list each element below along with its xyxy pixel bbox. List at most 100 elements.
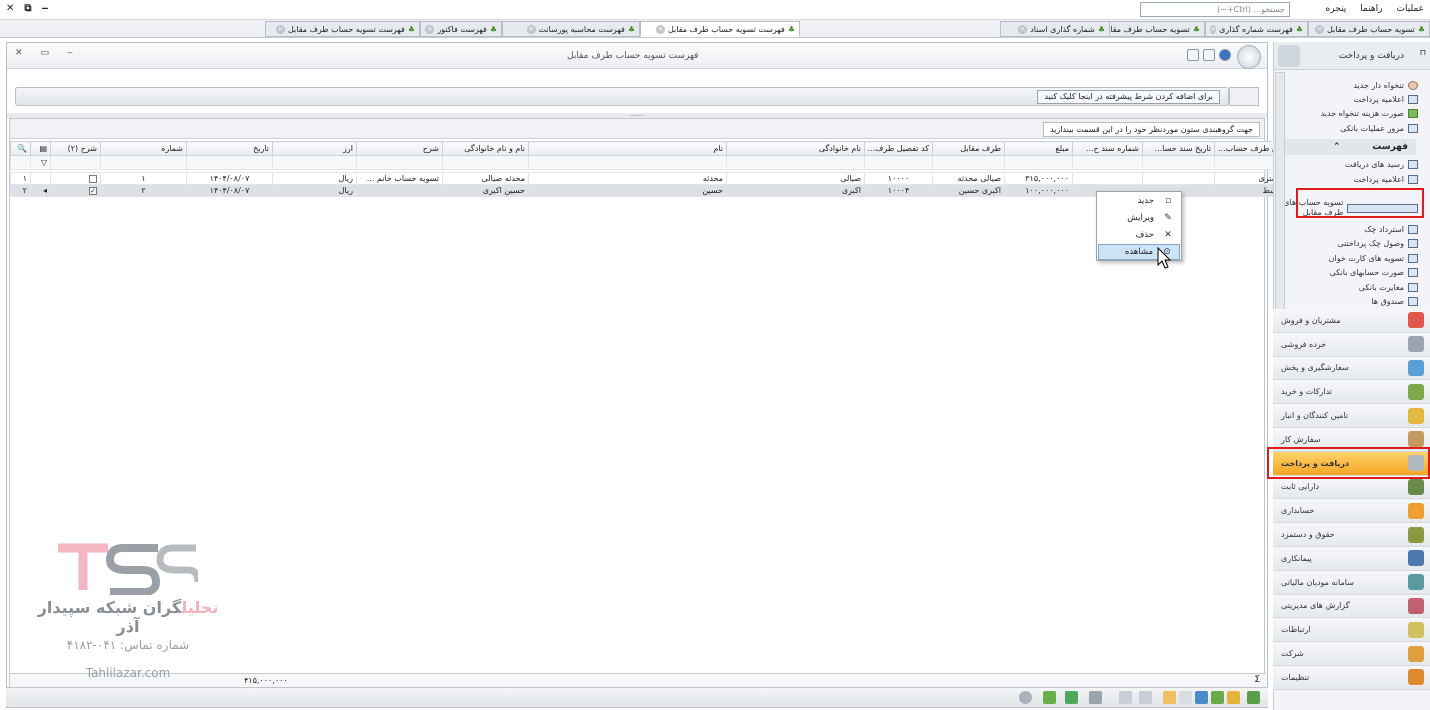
edit-document-icon[interactable] [1187,49,1199,61]
tab-settlement-2[interactable]: ♣ تسویه حساب طرف مقابل × [1308,21,1430,37]
col-doc-number[interactable]: شماره سند ح... [1072,141,1143,156]
minimize-icon[interactable]: ‒ [42,3,49,14]
add-filter-condition-button[interactable]: برای اضافه کردن شرط پیشرفته در اینجا کلی… [1037,90,1220,104]
module-item[interactable]: گزارش های مدیریتی [1273,594,1430,619]
tab-settlement-list-2[interactable]: ♣ فهرست تسویه حساب طرف مقابل × [265,21,420,37]
cell-checkbox[interactable]: ✓ [50,184,101,197]
print-icon[interactable] [1089,691,1102,704]
excel-icon[interactable] [1065,691,1078,704]
minimize-icon[interactable]: ‒ [67,48,73,58]
menu-help[interactable]: راهنما [1360,4,1382,14]
col-family[interactable]: نام خانوادگی [726,141,865,156]
module-item[interactable]: سفارشگیری و پخش [1273,356,1430,381]
column-chooser-icon[interactable]: ▤ [30,141,51,156]
row-index: ۲ [10,184,31,197]
close-tab-icon[interactable]: × [1018,24,1028,34]
filter-row[interactable]: ▽ [10,155,1287,170]
module-item[interactable]: شرکت [1273,642,1430,666]
row-checkbox[interactable]: ✓ [89,186,97,195]
sidebar-item-bank-statements[interactable]: صورت حسابهای بانکی [1273,266,1430,280]
close-tab-icon[interactable]: × [526,24,536,34]
col-name[interactable]: نام [528,141,727,156]
sidebar-item-new-expense-statement[interactable]: صورت هزینه تنخواه جدید [1273,107,1430,121]
tab-commission-list[interactable]: ♣ فهرست محاسبه پورسانت × [502,21,640,37]
sidebar-item-pos-settlements[interactable]: تسویه های کارت خوان [1273,251,1430,265]
cell-currency: ریال [272,184,357,197]
col-description[interactable]: شرح [356,141,443,156]
close-tab-icon[interactable]: × [655,24,665,34]
close-tab-icon[interactable]: × [425,24,435,34]
context-menu-edit[interactable]: ✎ ویرایش [1098,210,1180,226]
module-item[interactable]: تامین کنندگان و انبار [1273,404,1430,428]
layout-icon[interactable] [1119,691,1132,704]
sidebar-item-payable-cheque[interactable]: وصول چک پرداختنی [1273,237,1430,251]
col-doc-date[interactable]: تاریخ سند حسا... [1142,141,1215,156]
sidebar-item-bank-reconciliation[interactable]: مغایرت بانکی [1273,280,1430,294]
pin-icon[interactable]: ⊓ [1420,48,1426,57]
col-number[interactable]: شماره [100,141,187,156]
menu-operations[interactable]: عملیات [1397,4,1424,14]
filter-icon[interactable] [1211,691,1224,704]
col-date[interactable]: تاریخ [186,141,273,156]
tab-settlement[interactable]: ♣تسویه حساب طرف مقابل× [1105,21,1205,37]
sidebar-scrollbar[interactable] [1275,72,1285,342]
module-item[interactable]: سامانه مودیان مالیاتی [1273,570,1430,595]
module-item[interactable]: تدارکات و خرید [1273,380,1430,405]
module-item[interactable]: پیمانکاری [1273,546,1430,571]
module-item[interactable]: ارتباطات [1273,618,1430,643]
close-tab-icon[interactable]: × [1315,24,1324,34]
col-fullname[interactable]: نام و نام خانوادگی [442,141,529,156]
expand-icon[interactable] [1139,691,1152,704]
maximize-icon[interactable]: ▭ [41,48,50,58]
menu-window[interactable]: پنجره [1326,4,1347,14]
close-tab-icon[interactable]: × [275,24,285,34]
tab-invoice-list[interactable]: ♣ فهرست فاکتور × [420,21,502,37]
sigma-icon[interactable]: Σ [1254,675,1260,685]
tab-doc-numbering-2[interactable]: ♣ شماره گذاری اسناد × [1000,21,1110,37]
new-document-icon[interactable] [1203,49,1215,61]
close-icon[interactable]: ✕ [15,48,23,58]
module-item[interactable]: حسابداری [1273,499,1430,524]
module-item[interactable]: حقوق و دستمزد [1273,523,1430,547]
sidebar-item-cheque-return[interactable]: استرداد چک [1273,222,1430,236]
filter-toggle-button[interactable] [1229,87,1259,106]
filter-icon[interactable]: ▽ [30,155,51,170]
export-icon[interactable] [1043,691,1056,704]
search-icon[interactable]: 🔍 [10,141,31,156]
module-item[interactable]: تنظیمات [1273,665,1430,690]
cell-checkbox[interactable] [50,172,101,185]
sidebar-item-payment-notices[interactable]: اعلامیه پرداخت [1273,172,1430,186]
col-amount[interactable]: مبلغ [1004,141,1073,156]
module-item[interactable]: مشتریان و فروش [1273,309,1430,333]
context-menu-new[interactable]: ▫ جدید [1098,193,1180,209]
col-desc2[interactable]: شرح (۲) [50,141,101,156]
sidebar-item-receipts[interactable]: رسید های دریافت [1273,158,1430,172]
sidebar-item-payment-notice[interactable]: اعلامیه پرداخت [1273,92,1430,106]
group-icon[interactable] [1179,691,1192,704]
help-icon[interactable] [1219,49,1231,61]
table-row[interactable]: مشتری ۳۱۵,۰۰۰,۰۰۰ صیالی محدثه ۱۰۰۰۰ صیال… [10,172,1287,185]
close-icon[interactable]: ✕ [6,3,14,14]
close-tab-icon[interactable]: × [1210,24,1217,34]
columns-icon[interactable] [1227,691,1240,704]
restore-icon[interactable]: ⧉ [24,3,31,14]
module-item[interactable]: دارایی ثابت [1273,475,1430,500]
col-detail-code[interactable]: کد تفصیل طرف... [864,141,933,156]
tab-numbering-list[interactable]: ♣ فهرست شماره گذاری × [1205,21,1308,37]
sidebar-item-new-petty-cash-holder[interactable]: تنخواه دار جدید [1273,78,1430,92]
tab-settlement-list-active[interactable]: ♣ فهرست تسویه حساب طرف مقابل × [640,21,800,37]
col-currency[interactable]: ارز [272,141,357,156]
module-item[interactable]: خرده فروشی [1273,332,1430,357]
collapse-icon[interactable]: ⌃ [1333,142,1341,152]
refresh-icon[interactable] [1247,691,1260,704]
sidebar-item-cash-boxes[interactable]: صندوق ها [1273,294,1430,308]
sidebar-section-list[interactable]: فهرست ⌃ [1273,138,1416,155]
col-party[interactable]: طرف مقابل [932,141,1005,156]
row-checkbox[interactable] [89,174,97,183]
filter-clear-icon[interactable] [1195,691,1208,704]
sidebar-item-bank-operations[interactable]: مرور عملیات بانکی [1273,121,1430,135]
zoom-icon[interactable] [1019,691,1032,704]
sum-icon[interactable] [1163,691,1176,704]
context-menu-delete[interactable]: ✕ حذف [1098,227,1180,243]
search-input[interactable]: جستجو... (Ctrl+~) [1140,2,1290,17]
